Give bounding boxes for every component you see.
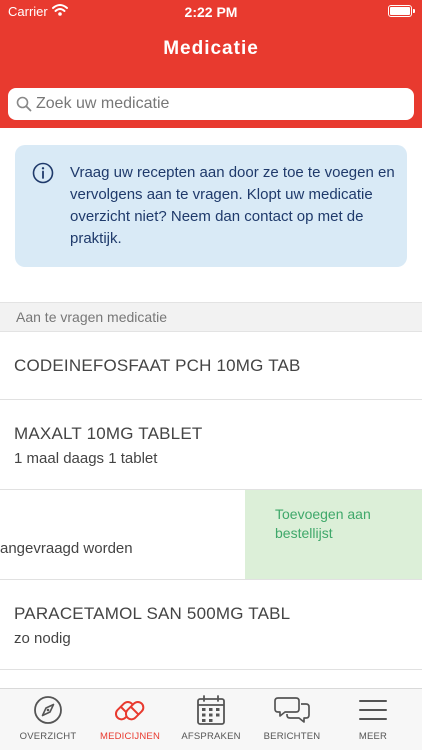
medication-dosage: angevraagd worden bbox=[0, 540, 133, 557]
status-bar: Carrier 2:22 PM bbox=[0, 0, 422, 24]
calendar-icon bbox=[169, 694, 253, 731]
tab-label: MEER bbox=[358, 731, 388, 742]
medication-row-swiped[interactable]: angevraagd worden Toevoegen aan bestelli… bbox=[0, 490, 422, 580]
tab-medicijnen[interactable]: MEDICIJNEN bbox=[88, 689, 172, 750]
status-time: 2:22 PM bbox=[184, 4, 238, 20]
medication-dosage: 1 maal daags 1 tablet bbox=[14, 450, 158, 467]
medication-name: MAXALT 10MG TABLET bbox=[14, 424, 203, 443]
tab-label: OVERZICHT bbox=[19, 731, 77, 742]
tab-bar: OVERZICHT MEDICIJNEN AFSPRAKEN BERICHTEN… bbox=[0, 688, 422, 750]
info-text: Vraag uw recepten aan door ze toe te voe… bbox=[70, 164, 395, 247]
section-header: Aan te vragen medicatie bbox=[0, 302, 422, 332]
section-label: Aan te vragen medicatie bbox=[16, 309, 167, 325]
compass-icon bbox=[6, 694, 90, 731]
info-icon bbox=[32, 162, 54, 189]
search-bar[interactable] bbox=[8, 88, 414, 120]
medication-name: CODEINEFOSFAAT PCH 10MG TAB bbox=[14, 356, 301, 375]
medication-row[interactable]: MAXALT 10MG TABLET 1 maal daags 1 tablet bbox=[0, 400, 422, 490]
add-to-order-list-label: Toevoegen aan bestellijst bbox=[275, 506, 371, 541]
medication-name: PARACETAMOL SAN 500MG TABL bbox=[14, 604, 291, 623]
tab-overzicht[interactable]: OVERZICHT bbox=[6, 689, 90, 750]
page-title: Medicatie bbox=[163, 38, 259, 59]
app-header: Carrier 2:22 PM Medicatie bbox=[0, 0, 422, 128]
battery-icon bbox=[388, 5, 415, 17]
medication-row[interactable]: PARACETAMOL SAN 500MG TABL zo nodig bbox=[0, 580, 422, 670]
tab-label: MEDICIJNEN bbox=[99, 731, 161, 742]
menu-icon bbox=[331, 694, 415, 731]
tab-afspraken[interactable]: AFSPRAKEN bbox=[169, 689, 253, 750]
medication-row[interactable]: CODEINEFOSFAAT PCH 10MG TAB bbox=[0, 333, 422, 400]
medication-dosage: zo nodig bbox=[14, 630, 71, 647]
info-banner: Vraag uw recepten aan door ze toe te voe… bbox=[15, 145, 407, 267]
search-input[interactable] bbox=[36, 88, 406, 120]
tab-label: BERICHTEN bbox=[263, 731, 321, 742]
add-to-order-list-button[interactable]: Toevoegen aan bestellijst bbox=[245, 490, 422, 579]
tab-meer[interactable]: MEER bbox=[331, 689, 415, 750]
tab-berichten[interactable]: BERICHTEN bbox=[250, 689, 334, 750]
chat-bubbles-icon bbox=[250, 694, 334, 731]
tab-label: AFSPRAKEN bbox=[181, 731, 241, 742]
search-icon bbox=[16, 96, 32, 117]
pills-icon bbox=[88, 694, 172, 731]
